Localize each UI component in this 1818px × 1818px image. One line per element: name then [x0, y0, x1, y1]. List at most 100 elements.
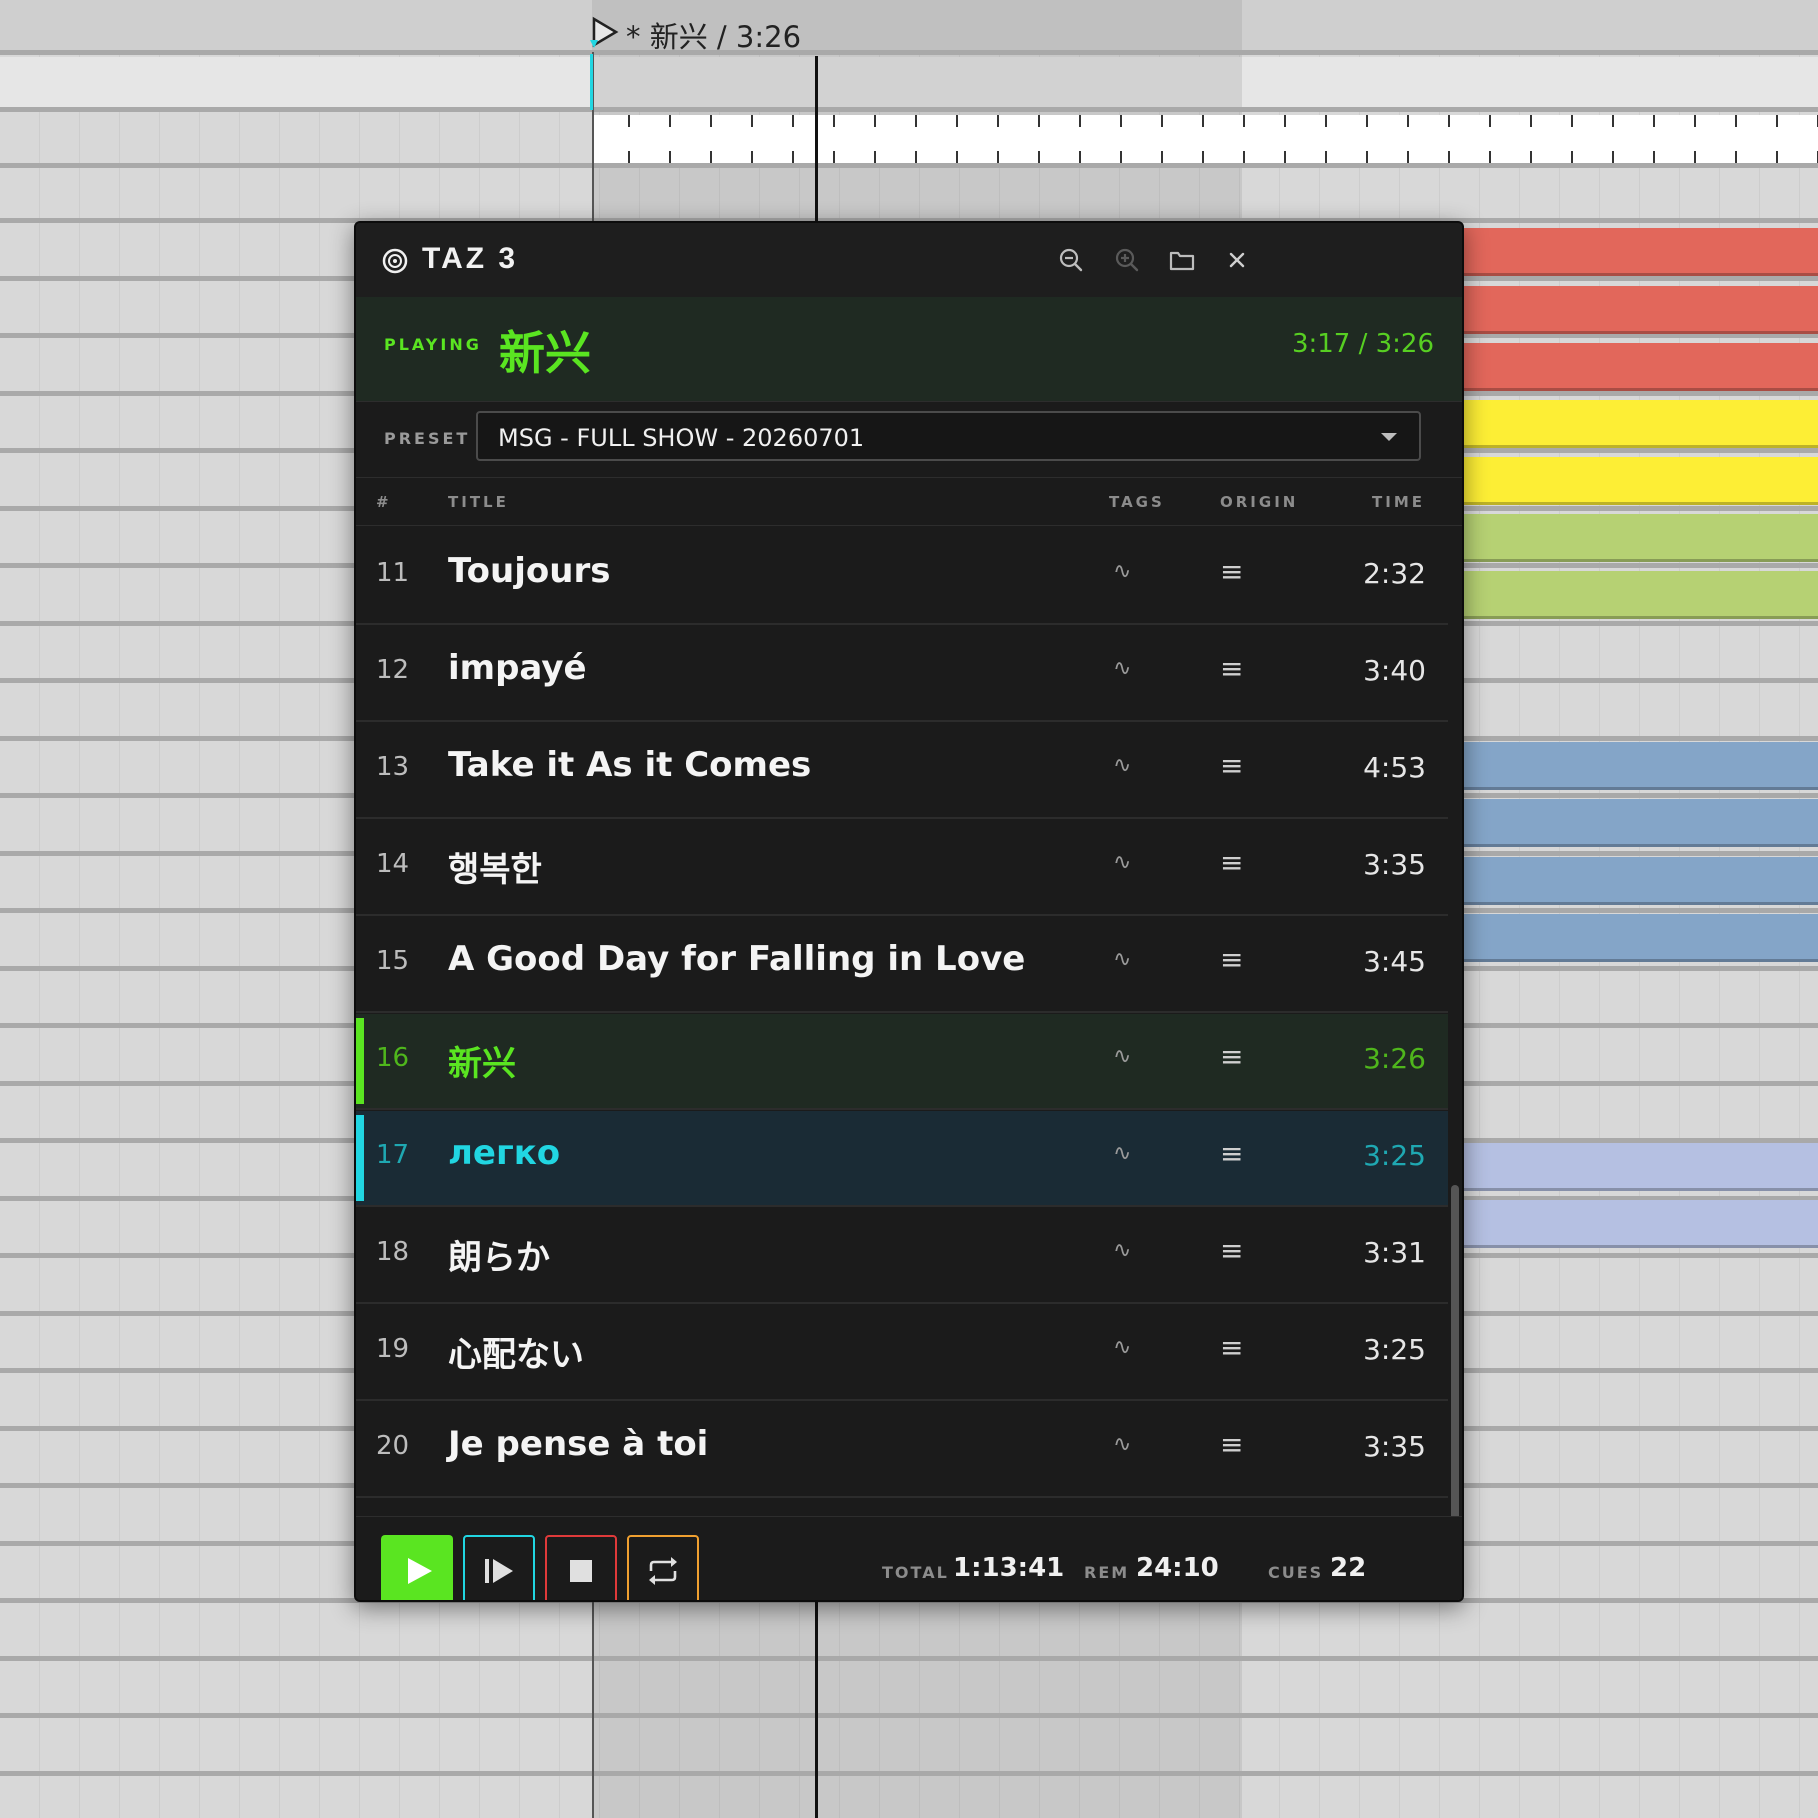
cue-row[interactable]: 12 impayé ∿ ≡ 3:40	[356, 626, 1448, 722]
track-clip[interactable]	[1462, 1143, 1818, 1191]
waveform-tag-icon: ∿	[1113, 1432, 1132, 1457]
track-clip[interactable]	[1462, 457, 1818, 505]
arrangement-lane-selected	[592, 57, 1242, 107]
title-bar: TAZ 3	[356, 223, 1462, 298]
track-clip[interactable]	[1462, 514, 1818, 562]
cue-list-header: # TITLE TAGS ORIGIN TIME	[356, 477, 1462, 526]
cue-number: 16	[376, 1043, 410, 1073]
cue-number: 13	[376, 752, 410, 782]
track-clip[interactable]	[1462, 742, 1818, 790]
track-clip[interactable]	[1462, 343, 1818, 391]
chevron-down-icon	[1381, 433, 1397, 441]
now-playing-time: 3:17 / 3:26	[1291, 329, 1434, 359]
total-label: TOTAL	[882, 1563, 949, 1582]
track-clip[interactable]	[1462, 799, 1818, 847]
cue-title: A Good Day for Falling in Love	[448, 939, 1026, 979]
track-divider	[0, 1771, 1818, 1776]
column-header-number: #	[376, 493, 392, 511]
origin-menu-icon[interactable]: ≡	[1220, 1428, 1243, 1461]
cue-row[interactable]: 18 朗らか ∿ ≡ 3:31	[356, 1208, 1448, 1304]
waveform-tag-icon: ∿	[1113, 947, 1132, 972]
track-clip[interactable]	[1462, 228, 1818, 276]
cue-list-scrollbar[interactable]	[1450, 525, 1460, 1600]
now-playing-label: PLAYING	[384, 335, 482, 354]
preset-dropdown[interactable]: MSG - FULL SHOW - 20260701	[476, 411, 1421, 461]
cue-duration: 3:26	[1363, 1042, 1426, 1075]
zoom-in-icon[interactable]	[1112, 245, 1142, 275]
preset-label: PRESET	[384, 429, 471, 448]
column-header-tags: TAGS	[1109, 493, 1165, 511]
playing-indicator	[356, 1018, 364, 1104]
track-clip[interactable]	[1462, 286, 1818, 334]
origin-menu-icon[interactable]: ≡	[1220, 1137, 1243, 1170]
origin-menu-icon[interactable]: ≡	[1220, 749, 1243, 782]
waveform-tag-icon: ∿	[1113, 850, 1132, 875]
track-clip[interactable]	[1462, 914, 1818, 962]
loop-button[interactable]	[627, 1535, 699, 1600]
now-playing-bar: PLAYING 新兴 3:17 / 3:26	[356, 297, 1462, 402]
origin-menu-icon[interactable]: ≡	[1220, 846, 1243, 879]
cue-number: 20	[376, 1431, 410, 1461]
cue-title: Je pense à toi	[448, 1424, 709, 1464]
origin-menu-icon[interactable]: ≡	[1220, 652, 1243, 685]
cue-row[interactable]: 16 新兴 ∿ ≡ 3:26	[356, 1014, 1448, 1110]
lane-divider	[0, 50, 1818, 55]
cue-row[interactable]: 13 Take it As it Comes ∿ ≡ 4:53	[356, 723, 1448, 819]
cue-duration: 3:25	[1363, 1139, 1426, 1172]
remaining-value: 24:10	[1136, 1553, 1219, 1583]
track-clip[interactable]	[1462, 857, 1818, 905]
waveform-tag-icon: ∿	[1113, 1044, 1132, 1069]
stop-icon	[570, 1560, 592, 1582]
cue-duration: 4:53	[1363, 751, 1426, 784]
track-divider	[0, 1656, 1818, 1661]
column-header-origin: ORIGIN	[1220, 493, 1299, 511]
cue-duration: 3:35	[1363, 848, 1426, 881]
origin-menu-icon[interactable]: ≡	[1220, 1040, 1243, 1073]
cues-value: 22	[1330, 1553, 1367, 1583]
track-clip[interactable]	[1462, 571, 1818, 619]
origin-menu-icon[interactable]: ≡	[1220, 1234, 1243, 1267]
stop-button[interactable]	[545, 1535, 617, 1600]
cue-number: 11	[376, 558, 410, 588]
marker-flag-icon[interactable]	[590, 16, 620, 48]
cue-number: 14	[376, 849, 410, 879]
loop-start-marker[interactable]	[590, 54, 593, 110]
folder-icon[interactable]	[1167, 245, 1197, 275]
cue-title: 心配ない	[448, 1335, 584, 1375]
track-clip[interactable]	[1462, 1200, 1818, 1248]
cue-title: impayé	[448, 648, 587, 688]
cue-row[interactable]: 20 Je pense à toi ∿ ≡ 3:35	[356, 1402, 1448, 1498]
cue-row[interactable]: 11 Toujours ∿ ≡ 2:32	[356, 529, 1448, 625]
total-value: 1:13:41	[953, 1553, 1065, 1583]
cue-number: 17	[376, 1140, 410, 1170]
cue-list[interactable]: 11 Toujours ∿ ≡ 2:32 12 impayé ∿ ≡ 3:40 13 Take it …	[356, 525, 1448, 1516]
column-header-title: TITLE	[448, 493, 509, 511]
loop-icon	[649, 1557, 677, 1585]
origin-menu-icon[interactable]: ≡	[1220, 943, 1243, 976]
preset-row: PRESET MSG - FULL SHOW - 20260701	[356, 401, 1462, 478]
cue-title: легко	[448, 1133, 561, 1173]
cue-number: 12	[376, 655, 410, 685]
now-playing-title: 新兴	[499, 326, 591, 380]
cue-number: 18	[376, 1237, 410, 1267]
play-button[interactable]	[381, 1535, 453, 1600]
play-next-button[interactable]	[463, 1535, 535, 1600]
cue-row[interactable]: 17 легко ∿ ≡ 3:25	[356, 1111, 1448, 1207]
timeline-ruler[interactable]	[592, 115, 1818, 163]
zoom-out-icon[interactable]	[1056, 245, 1086, 275]
cue-duration: 3:35	[1363, 1430, 1426, 1463]
origin-menu-icon[interactable]: ≡	[1220, 1331, 1243, 1364]
waveform-tag-icon: ∿	[1113, 1238, 1132, 1263]
cue-row[interactable]: 14 행복한 ∿ ≡ 3:35	[356, 820, 1448, 916]
origin-menu-icon[interactable]: ≡	[1220, 555, 1243, 588]
close-icon[interactable]	[1222, 245, 1252, 275]
cue-row[interactable]: 15 A Good Day for Falling in Love ∿ ≡ 3:45	[356, 917, 1448, 1013]
waveform-tag-icon: ∿	[1113, 1141, 1132, 1166]
transport-bar: TOTAL 1:13:41 REM 24:10 CUES 22	[356, 1516, 1462, 1600]
cue-row[interactable]: 19 心配ない ∿ ≡ 3:25	[356, 1305, 1448, 1401]
cue-title: 朗らか	[448, 1238, 550, 1278]
cue-duration: 3:40	[1363, 654, 1426, 687]
preset-selected-value: MSG - FULL SHOW - 20260701	[498, 424, 865, 452]
track-clip[interactable]	[1462, 400, 1818, 448]
cue-duration: 3:45	[1363, 945, 1426, 978]
